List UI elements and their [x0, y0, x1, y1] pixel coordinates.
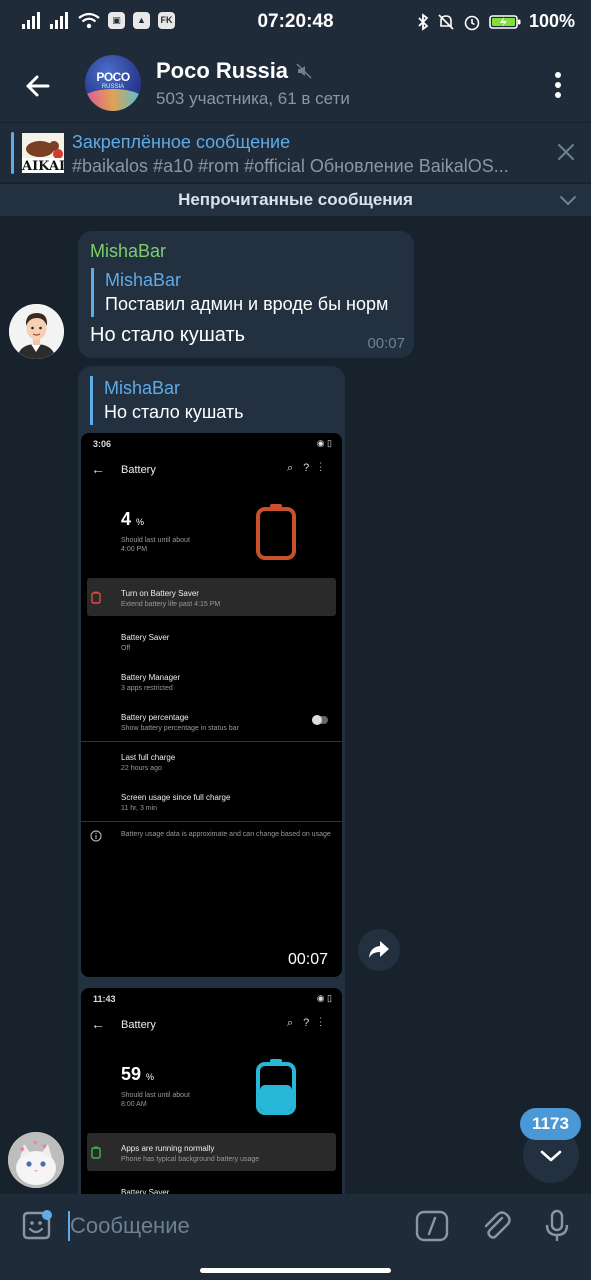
shot-row: Apps are running normally Phone has typic… [121, 1144, 260, 1163]
chevron-down-icon[interactable] [558, 192, 578, 208]
message-text: Но стало кушать [90, 324, 246, 346]
bluetooth-icon [418, 12, 429, 31]
message-input[interactable] [70, 1210, 400, 1242]
reply-author: MishaBar [104, 378, 181, 398]
shot-row: Battery Manager 3 apps restricted [121, 673, 181, 692]
shot-row: Turn on Battery Saver Extend battery life… [121, 589, 221, 608]
svg-text:♥: ♥ [20, 1145, 25, 1154]
muted-icon [296, 63, 312, 79]
message-sender[interactable]: MishaBar [90, 241, 166, 262]
shot-title: Battery [121, 1019, 156, 1031]
battery-icon [256, 504, 296, 560]
reply-quote[interactable]: MishaBar Но стало кушать [90, 376, 244, 425]
unread-count-badge[interactable]: 1173 [520, 1108, 581, 1140]
back-arrow-icon[interactable] [18, 66, 58, 106]
chat-header: POCO RUSSIA Poco Russia 503 участника, 6… [0, 46, 591, 122]
slash-command-icon [415, 1210, 449, 1242]
shot-divider [81, 741, 342, 742]
status-icons-right: 100% [417, 11, 575, 32]
shot-toolbar-icons: ⌕?⋮ [286, 1017, 332, 1029]
shot-back-icon: ← [91, 1016, 105, 1032]
shot-status-icons: ◉ ▯ [316, 438, 332, 448]
reply-text: Но стало кушать [104, 402, 244, 422]
alarm-icon [464, 15, 480, 30]
shot-status-time: 11:43 [93, 994, 116, 1004]
reply-text: Поставил админ и вроде бы норм [105, 294, 389, 314]
shot-battery-percent: 59 % [121, 1064, 155, 1084]
svg-text:AIKAI: AIKAI [22, 159, 64, 173]
svg-text:♥: ♥ [33, 1140, 37, 1147]
chat-title: Poco Russia [156, 58, 289, 83]
shot-row: Battery Saver Off [121, 633, 170, 652]
battery-percent: 100% [528, 11, 575, 31]
avatar[interactable]: ♥ ♥ ♥ [8, 1132, 64, 1188]
sticker-icon [22, 1210, 52, 1240]
emoji-button[interactable] [18, 1208, 54, 1244]
image-thumbnail[interactable]: 11:43 ◉ ▯ ← Battery ⌕?⋮ 59 % Should last… [81, 988, 342, 1206]
shot-toggle [312, 715, 328, 725]
battery-saver-icon [91, 591, 101, 604]
attach-button[interactable] [478, 1208, 514, 1244]
shot-toolbar-icons: ⌕?⋮ [286, 462, 332, 474]
info-icon [90, 830, 102, 842]
shot-row: Last full charge 22 hours ago [121, 753, 176, 772]
more-vertical-icon[interactable] [543, 68, 573, 102]
paperclip-icon [484, 1211, 511, 1239]
mute-bell-icon [438, 13, 454, 30]
shot-title: Battery [121, 464, 156, 476]
shot-back-icon: ← [91, 461, 105, 477]
unread-label: Непрочитанные сообщения [178, 190, 413, 209]
chat-subtitle: 503 участника, 61 в сети [156, 89, 350, 108]
message-bubble[interactable]: MishaBar MishaBar Поставил админ и вроде… [78, 231, 414, 358]
shot-estimate: Should last until about 4:00 PM [121, 537, 190, 553]
video-thumbnail[interactable]: 3:06 ◉ ▯ ← Battery ⌕?⋮ 4 % Should last u… [81, 433, 342, 977]
message-time: 00:07 [367, 335, 405, 352]
status-bar: ▣ ▲ FK 07:20:48 100% [0, 0, 591, 46]
microphone-icon [545, 1209, 569, 1241]
bot-commands-button[interactable] [414, 1209, 450, 1243]
chat-title-row[interactable]: Poco Russia [156, 58, 312, 84]
shot-estimate: Should last until about 8:00 AM [121, 1092, 190, 1108]
message-composer [0, 1194, 591, 1258]
avatar-logo-subtext: RUSSIA [101, 84, 125, 90]
shot-row: Battery percentage Show battery percentag… [121, 713, 239, 732]
forward-button[interactable] [358, 929, 400, 971]
navigation-bar [0, 1258, 591, 1280]
pinned-text: #baikalos #a10 #rom #official Обновление… [72, 156, 509, 176]
shot-status-icons: ◉ ▯ [316, 993, 332, 1003]
reply-author: MishaBar [105, 270, 182, 290]
shot-status-time: 3:06 [93, 439, 112, 449]
battery-ok-icon [91, 1146, 101, 1159]
shot-battery-percent: 4 % [121, 509, 145, 529]
avatar-logo-text: POCO [96, 70, 130, 84]
forward-icon [369, 941, 389, 958]
avatar-wave [85, 89, 141, 111]
battery-charging-icon [489, 14, 521, 29]
chat-avatar[interactable]: POCO RUSSIA [85, 55, 141, 111]
pinned-title: Закреплённое сообщение [72, 132, 291, 152]
pinned-thumbnail: AIKAI [22, 133, 64, 173]
home-indicator[interactable] [200, 1268, 391, 1273]
svg-text:♥: ♥ [42, 1142, 47, 1151]
battery-icon [256, 1059, 296, 1115]
shot-row: Screen usage since full charge 11 hr, 3 m… [121, 793, 231, 812]
voice-message-button[interactable] [539, 1207, 575, 1245]
shot-divider [81, 821, 342, 822]
close-icon[interactable] [555, 141, 577, 163]
unread-divider: Непрочитанные сообщения [0, 184, 591, 216]
avatar[interactable] [9, 304, 64, 359]
video-duration: 00:07 [287, 951, 328, 968]
pinned-accent-bar [11, 132, 14, 174]
shot-info-text: Battery usage data is approximate and ca… [121, 831, 331, 838]
reply-quote[interactable]: MishaBar Поставил админ и вроде бы норм [91, 268, 388, 317]
pinned-message-bar[interactable]: AIKAI Закреплённое сообщение #baikalos #… [0, 122, 591, 182]
